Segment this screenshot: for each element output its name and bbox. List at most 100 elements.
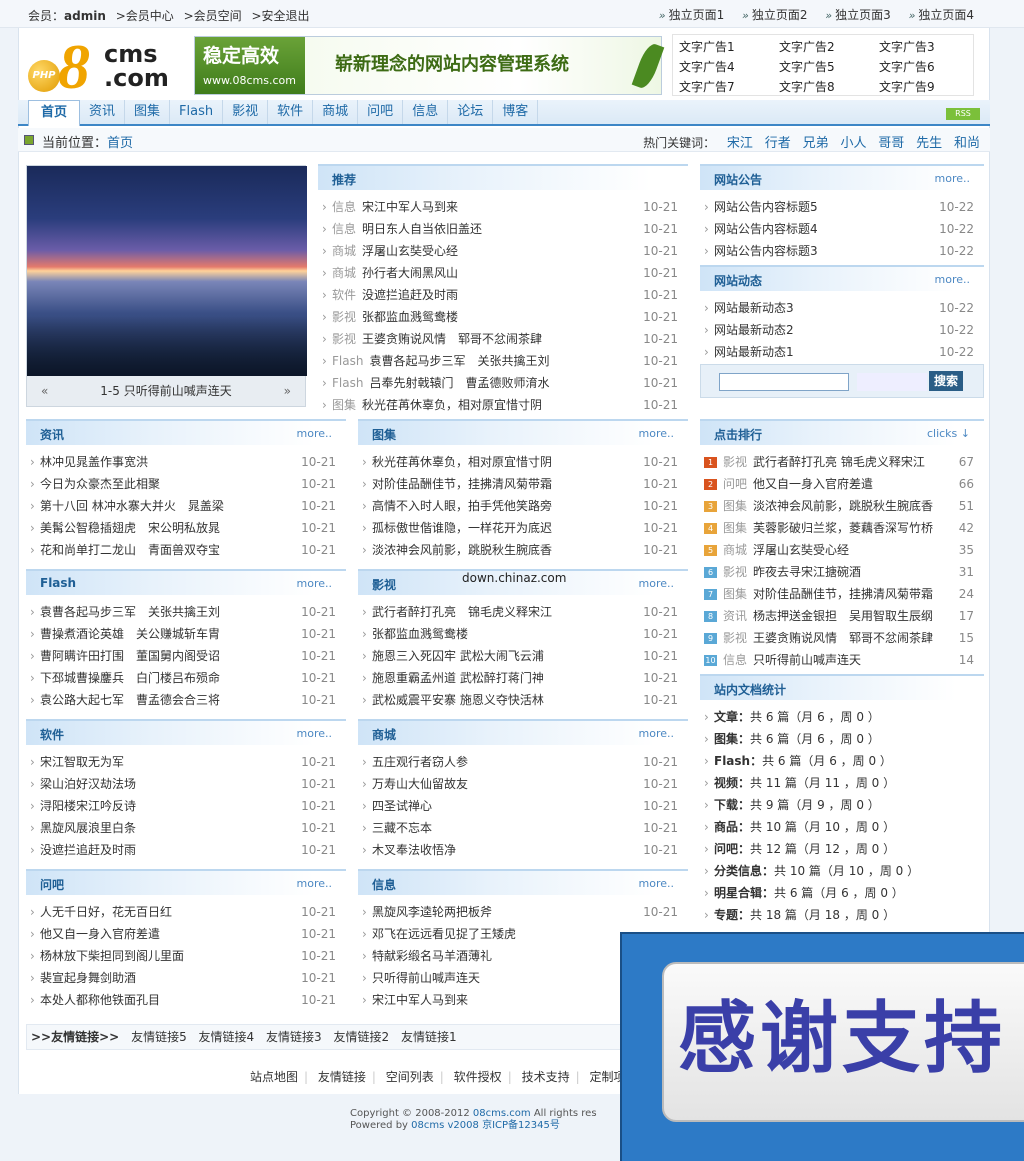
category-label[interactable]: Flash — [332, 376, 363, 390]
item-title[interactable]: 曹操煮酒论英雄 关公赚城斩车胄 — [40, 627, 220, 641]
category-label[interactable]: 影视 — [332, 310, 356, 324]
list-item[interactable]: 秋光荏苒休辜负，相对原宜惜寸阴 10-21 — [358, 451, 688, 473]
item-title[interactable]: 施恩三入死囚牢 武松大闹飞云浦 — [372, 649, 544, 663]
list-item[interactable]: 信息宋江中军人马到来 10-21 — [318, 196, 688, 218]
list-item[interactable]: 施恩三入死囚牢 武松大闹飞云浦 10-21 — [358, 645, 688, 667]
search-select[interactable] — [857, 373, 927, 391]
item-title[interactable]: 林冲见晁盖作事宽洪 — [40, 455, 148, 469]
item-title[interactable]: 曹阿瞒许田打围 董国舅内阁受诏 — [40, 649, 220, 663]
item-title[interactable]: 三藏不忘本 — [372, 821, 432, 835]
text-ad[interactable]: 文字广告9 — [879, 78, 979, 95]
member-center-link[interactable]: >会员中心 — [116, 9, 174, 23]
item-title[interactable]: 宋江中军人马到来 — [362, 200, 458, 214]
nav-blog[interactable]: 博客 — [493, 100, 539, 124]
list-item[interactable]: 木叉奉法收悟净 10-21 — [358, 839, 688, 861]
item-title[interactable]: 花和尚单打二龙山 青面兽双夺宝 — [40, 543, 220, 557]
item-title[interactable]: 网站最新动态1 — [714, 345, 794, 359]
category-label[interactable]: 图集 — [332, 398, 356, 412]
rank-item[interactable]: 9 影视 王婆贪贿说风情 郓哥不忿闹茶肆 15 — [700, 627, 984, 649]
item-title[interactable]: 芙蓉影破归兰浆，菱藕香深写竹桥 — [753, 521, 933, 535]
friend-link[interactable]: 友情链接4 — [199, 1030, 255, 1044]
page-link-4[interactable]: » 独立页面4 — [909, 8, 974, 22]
item-title[interactable]: 杨林放下柴担同到阁儿里面 — [40, 949, 184, 963]
keyword-link[interactable]: 和尚 — [954, 136, 980, 151]
page-link-1[interactable]: » 独立页面1 — [659, 8, 724, 22]
item-title[interactable]: 秋光荏苒休辜负，相对原宜惜寸阴 — [372, 455, 552, 469]
rss-icon[interactable]: RSS — [946, 108, 980, 120]
item-title[interactable]: 下邳城曹操鏖兵 白门楼吕布殒命 — [40, 671, 220, 685]
text-ad[interactable]: 文字广告1 — [679, 38, 779, 55]
more-link[interactable]: more.. — [935, 273, 971, 286]
item-title[interactable]: 对阶佳品酬佳节，挂拂清风菊带霜 — [372, 477, 552, 491]
nav-software[interactable]: 软件 — [268, 100, 314, 124]
list-item[interactable]: 对阶佳品酬佳节，挂拂清风菊带霜 10-21 — [358, 473, 688, 495]
category-label[interactable]: 影视 — [332, 332, 356, 346]
text-ad[interactable]: 文字广告3 — [879, 38, 979, 55]
list-item[interactable]: 图集秋光荏苒休辜负，相对原宜惜寸阴 10-21 — [318, 394, 688, 416]
rank-item[interactable]: 10 信息 只听得前山喊声连天 14 — [700, 649, 984, 671]
nav-flash[interactable]: Flash — [170, 100, 224, 124]
brand-link[interactable]: 08cms v2008 — [411, 1120, 479, 1131]
item-title[interactable]: 木叉奉法收悟净 — [372, 843, 456, 857]
list-item[interactable]: 美髯公智稳插翅虎 宋公明私放晁 10-21 — [26, 517, 346, 539]
slide-image[interactable] — [27, 166, 307, 376]
item-title[interactable]: 武行者醉打孔亮 锦毛虎义释宋江 — [372, 605, 552, 619]
nav-ask[interactable]: 问吧 — [358, 100, 404, 124]
list-item[interactable]: 黑旋风李逵轮两把板斧 10-21 — [358, 901, 688, 923]
item-title[interactable]: 特献彩缎名马羊酒薄礼 — [372, 949, 492, 963]
text-ad[interactable]: 文字广告7 — [679, 78, 779, 95]
list-item[interactable]: 网站最新动态3 10-22 — [700, 297, 984, 319]
text-ad[interactable]: 文字广告8 — [779, 78, 879, 95]
list-item[interactable]: 黑旋风展浪里白条 10-21 — [26, 817, 346, 839]
list-item[interactable]: 张都监血溅鸳鸯楼 10-21 — [358, 623, 688, 645]
list-item[interactable]: 万寿山大仙留故友 10-21 — [358, 773, 688, 795]
item-title[interactable]: 裴宣起身舞剑助酒 — [40, 971, 136, 985]
category-label[interactable]: 信息 — [332, 222, 356, 236]
item-title[interactable]: 梁山泊好汉劫法场 — [40, 777, 136, 791]
category-label[interactable]: 问吧 — [723, 477, 747, 491]
list-item[interactable]: 网站公告内容标题5 10-22 — [700, 196, 984, 218]
site-logo[interactable]: PHP 8 cms .com — [28, 31, 188, 102]
item-title[interactable]: 施恩重霸孟州道 武松醉打蒋门神 — [372, 671, 544, 685]
item-title[interactable]: 孙行者大闹黑风山 — [362, 266, 458, 280]
nav-shop[interactable]: 商城 — [313, 100, 359, 124]
category-label[interactable]: 商城 — [723, 543, 747, 557]
list-item[interactable]: 淡浓神会风前影，跳脱秋生腕底香 10-21 — [358, 539, 688, 561]
list-item[interactable]: 袁曹各起马步三军 关张共擒王刘 10-21 — [26, 601, 346, 623]
list-item[interactable]: Flash 吕奉先射戟辕门 曹孟德败师淯水 10-21 — [318, 372, 688, 394]
list-item[interactable]: 花和尚单打二龙山 青面兽双夺宝 10-21 — [26, 539, 346, 561]
list-item[interactable]: 影视张都监血溅鸳鸯楼 10-21 — [318, 306, 688, 328]
item-title[interactable]: 只听得前山喊声连天 — [372, 971, 480, 985]
rank-item[interactable]: 8 资讯 杨志押送金银担 吴用智取生辰纲 17 — [700, 605, 984, 627]
category-label[interactable]: 资讯 — [723, 609, 747, 623]
category-label[interactable]: 商城 — [332, 266, 356, 280]
more-link[interactable]: more.. — [639, 577, 675, 590]
item-title[interactable]: 对阶佳品酬佳节，挂拂清风菊带霜 — [753, 587, 933, 601]
list-item[interactable]: 网站公告内容标题4 10-22 — [700, 218, 984, 240]
page-link-3[interactable]: » 独立页面3 — [825, 8, 890, 22]
keyword-link[interactable]: 行者 — [765, 136, 791, 151]
category-label[interactable]: 图集 — [723, 499, 747, 513]
nav-video[interactable]: 影视 — [223, 100, 269, 124]
more-link[interactable]: more.. — [297, 877, 333, 890]
category-label[interactable]: 影视 — [723, 565, 747, 579]
nav-home[interactable]: 首页 — [28, 100, 81, 126]
more-link[interactable]: more.. — [935, 172, 971, 185]
search-button[interactable]: 搜索 — [929, 371, 963, 391]
item-title[interactable]: 浔阳楼宋江吟反诗 — [40, 799, 136, 813]
prev-slide-button[interactable]: « — [41, 376, 48, 406]
item-title[interactable]: 人无千日好，花无百日红 — [40, 905, 172, 919]
item-title[interactable]: 黑旋风展浪里白条 — [40, 821, 136, 835]
rank-item[interactable]: 6 影视 昨夜去寻宋江搪碗酒 31 — [700, 561, 984, 583]
list-item[interactable]: 他又自一身入官府差遣 10-21 — [26, 923, 346, 945]
list-item[interactable]: 人无千日好，花无百日红 10-21 — [26, 901, 346, 923]
item-title[interactable]: 万寿山大仙留故友 — [372, 777, 468, 791]
item-title[interactable]: 淡浓神会风前影，跳脱秋生腕底香 — [372, 543, 552, 557]
slide-caption[interactable]: 1-5 只听得前山喊声连天 — [100, 384, 231, 398]
item-title[interactable]: 第十八回 林冲水寨大并火 晁盖梁 — [40, 499, 224, 513]
list-item[interactable]: 宋江智取无为军 10-21 — [26, 751, 346, 773]
icp-link[interactable]: 京ICP备12345号 — [482, 1120, 560, 1131]
list-item[interactable]: 网站最新动态2 10-22 — [700, 319, 984, 341]
list-item[interactable]: 网站公告内容标题3 10-22 — [700, 240, 984, 262]
list-item[interactable]: 下邳城曹操鏖兵 白门楼吕布殒命 10-21 — [26, 667, 346, 689]
